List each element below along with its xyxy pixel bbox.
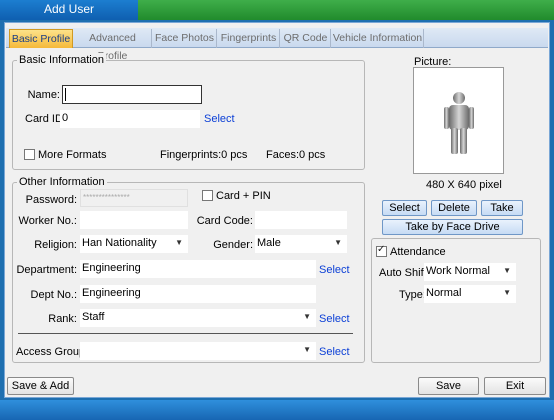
tab-advanced-profile[interactable]: Advanced Profile xyxy=(74,29,152,62)
card-id-select-link[interactable]: Select xyxy=(204,112,235,126)
department-label: Department: xyxy=(16,264,77,276)
gender-select[interactable]: Male ▼ xyxy=(255,235,347,253)
picture-frame xyxy=(413,67,504,174)
window-title: Add User xyxy=(0,0,138,20)
attendance-label: Attendance xyxy=(390,246,446,258)
access-group-label: Access Group: xyxy=(16,346,89,358)
religion-label: Religion: xyxy=(34,239,77,251)
card-pin-checkbox[interactable] xyxy=(202,190,213,201)
password-input[interactable]: *************** xyxy=(80,189,188,207)
picture-select-button[interactable]: Select xyxy=(382,200,427,216)
take-by-face-drive-button[interactable]: Take by Face Drive xyxy=(382,219,523,235)
dept-no-input[interactable]: Engineering xyxy=(80,285,316,303)
save-and-add-button[interactable]: Save & Add xyxy=(7,377,74,395)
picture-take-button[interactable]: Take xyxy=(481,200,523,216)
rank-label: Rank: xyxy=(48,313,77,325)
tab-qr-code[interactable]: QR Code xyxy=(281,29,331,48)
password-label: Password: xyxy=(25,194,77,206)
rank-select-link[interactable]: Select xyxy=(319,312,350,326)
name-label: Name: xyxy=(27,89,60,101)
type-select[interactable]: Normal ▼ xyxy=(424,285,516,303)
rank-select[interactable]: Staff ▼ xyxy=(80,309,316,327)
chevron-down-icon: ▼ xyxy=(503,266,511,275)
card-code-label: Card Code: xyxy=(196,215,253,227)
divider xyxy=(18,333,353,334)
worker-no-label: Worker No.: xyxy=(18,215,77,227)
title-bar-green-strip xyxy=(138,0,554,20)
name-input[interactable] xyxy=(62,85,202,104)
dept-no-label: Dept No.: xyxy=(30,289,77,301)
worker-no-input[interactable] xyxy=(80,211,188,229)
tab-face-photos[interactable]: Face Photos xyxy=(153,29,217,48)
chevron-down-icon: ▼ xyxy=(503,288,511,297)
chevron-down-icon: ▼ xyxy=(175,238,183,247)
chevron-down-icon: ▼ xyxy=(334,238,342,247)
department-select-link[interactable]: Select xyxy=(319,263,350,277)
exit-button[interactable]: Exit xyxy=(484,377,546,395)
save-button[interactable]: Save xyxy=(418,377,479,395)
picture-size-text: 480 X 640 pixel xyxy=(426,179,502,191)
picture-delete-button[interactable]: Delete xyxy=(431,200,477,216)
rank-value: Staff xyxy=(82,311,105,323)
chevron-down-icon: ▼ xyxy=(303,312,311,321)
gender-value: Male xyxy=(257,237,281,249)
basic-information-legend: Basic Information xyxy=(17,53,106,67)
religion-select[interactable]: Han Nationality ▼ xyxy=(80,235,188,253)
religion-value: Han Nationality xyxy=(82,237,157,249)
card-id-input[interactable]: 0 xyxy=(60,110,200,128)
attendance-checkbox[interactable] xyxy=(376,244,387,257)
text-cursor xyxy=(65,88,66,101)
type-label: Type: xyxy=(399,289,426,301)
access-group-select[interactable]: ▼ xyxy=(80,342,316,360)
chevron-down-icon: ▼ xyxy=(303,345,311,354)
person-silhouette-icon xyxy=(444,92,474,154)
auto-shift-label: Auto Shift: xyxy=(379,267,430,279)
access-group-select-link[interactable]: Select xyxy=(319,345,350,359)
other-information-legend: Other Information xyxy=(17,175,107,189)
auto-shift-value: Work Normal xyxy=(426,265,490,277)
faces-count: Faces:0 pcs xyxy=(266,149,326,161)
card-code-input[interactable] xyxy=(255,211,347,229)
auto-shift-select[interactable]: Work Normal ▼ xyxy=(424,263,516,281)
tab-vehicle-information[interactable]: Vehicle Information xyxy=(332,29,424,48)
type-value: Normal xyxy=(426,287,462,299)
bottom-bar xyxy=(0,400,554,420)
tab-basic-profile[interactable]: Basic Profile xyxy=(9,29,73,48)
fingerprints-count: Fingerprints:0 pcs xyxy=(160,149,248,161)
card-pin-label: Card + PIN xyxy=(216,190,271,202)
more-formats-checkbox[interactable] xyxy=(24,149,35,160)
tab-fingerprints[interactable]: Fingerprints xyxy=(218,29,280,48)
more-formats-label: More Formats xyxy=(38,149,107,161)
gender-label: Gender: xyxy=(213,239,253,251)
department-input[interactable]: Engineering xyxy=(80,260,316,278)
